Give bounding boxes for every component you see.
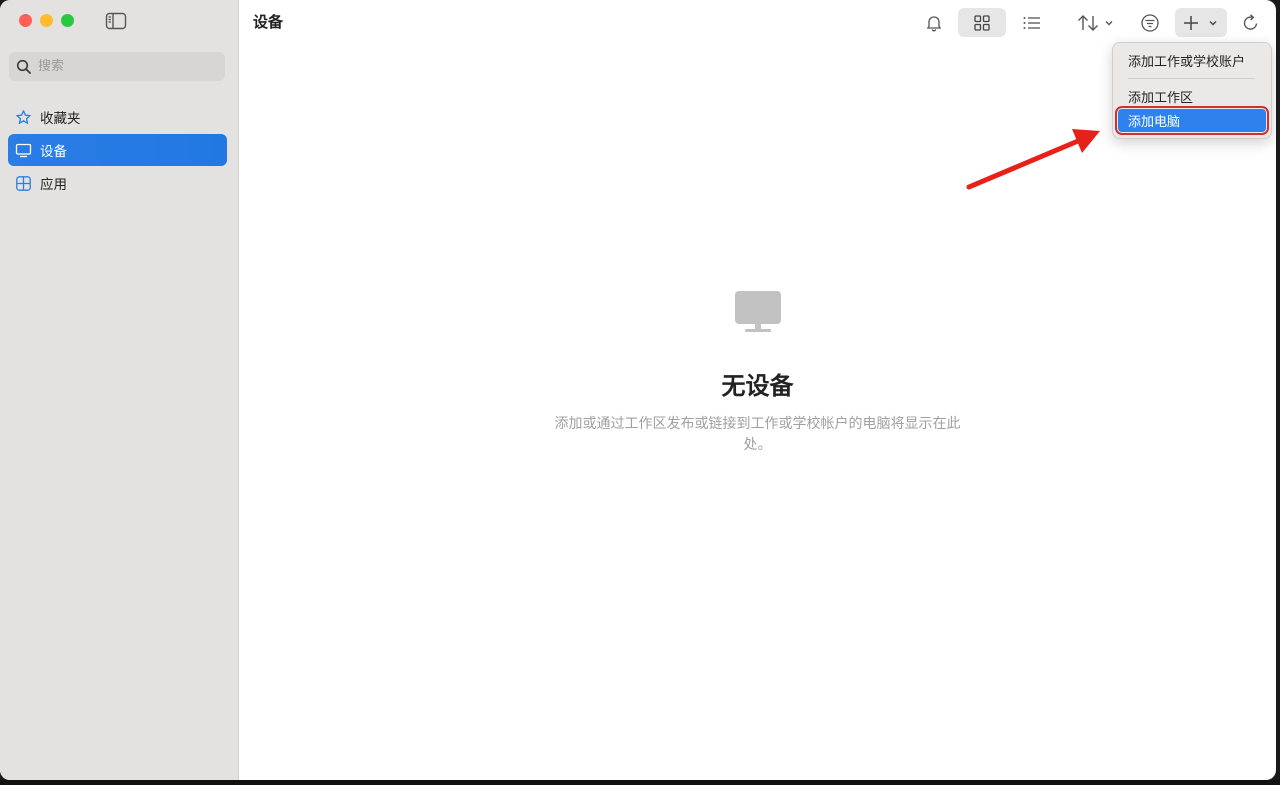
sidebar-item-apps[interactable]: 应用 <box>8 167 227 199</box>
menu-item-add-workspace[interactable]: 添加工作区 <box>1118 85 1266 108</box>
page-title: 设备 <box>253 13 284 31</box>
empty-state-description: 添加或通过工作区发布或链接到工作或学校帐户的电脑将显示在此处。 <box>554 416 961 453</box>
sort-icon <box>1074 13 1118 33</box>
sidebar-nav: 收藏夹 设备 应用 <box>8 101 227 200</box>
sort-button[interactable] <box>1071 8 1121 37</box>
sidebar-item-label: 设备 <box>40 144 67 160</box>
close-window-button[interactable] <box>19 14 32 27</box>
menu-item-add-work-school-account[interactable]: 添加工作或学校账户 <box>1118 49 1266 72</box>
search-input[interactable] <box>36 58 220 75</box>
bell-icon <box>925 14 943 32</box>
star-icon <box>15 109 32 126</box>
annotation-arrow <box>966 129 1100 190</box>
refresh-icon <box>1241 13 1261 33</box>
sidebar-item-label: 收藏夹 <box>40 111 81 127</box>
window-controls <box>19 14 74 27</box>
notifications-button[interactable] <box>922 8 946 37</box>
sidebar-toggle-icon[interactable] <box>105 12 127 30</box>
add-dropdown-menu: 添加工作或学校账户 添加工作区 添加电脑 <box>1112 42 1272 139</box>
sidebar-item-favorites[interactable]: 收藏夹 <box>8 101 227 133</box>
sidebar: 收藏夹 设备 应用 <box>0 0 239 780</box>
menu-separator <box>1128 78 1255 79</box>
add-icon <box>1179 13 1223 33</box>
list-view-button[interactable] <box>1019 8 1045 37</box>
toolbar: 设备 <box>239 0 1276 46</box>
apps-grid-icon <box>15 175 32 192</box>
desktop-edge <box>0 780 1280 785</box>
search-field[interactable] <box>9 52 225 81</box>
sidebar-item-devices[interactable]: 设备 <box>8 134 227 166</box>
display-icon <box>15 142 32 159</box>
empty-state-title: 无设备 <box>721 372 794 400</box>
zoom-window-button[interactable] <box>61 14 74 27</box>
list-view-icon <box>1022 15 1042 31</box>
sidebar-item-label: 应用 <box>40 177 67 193</box>
add-button[interactable] <box>1175 8 1227 37</box>
grid-view-button[interactable] <box>958 8 1006 37</box>
refresh-button[interactable] <box>1239 8 1263 37</box>
menu-item-add-pc[interactable]: 添加电脑 <box>1115 106 1269 135</box>
display-icon <box>239 290 1276 338</box>
empty-state: 无设备 添加或通过工作区发布或链接到工作或学校帐户的电脑将显示在此处。 <box>239 290 1276 456</box>
filter-icon <box>1140 13 1160 33</box>
search-icon <box>16 59 32 75</box>
app-window: 收藏夹 设备 应用 <box>0 0 1276 780</box>
minimize-window-button[interactable] <box>40 14 53 27</box>
grid-view-icon <box>973 14 991 32</box>
filter-button[interactable] <box>1138 8 1162 37</box>
